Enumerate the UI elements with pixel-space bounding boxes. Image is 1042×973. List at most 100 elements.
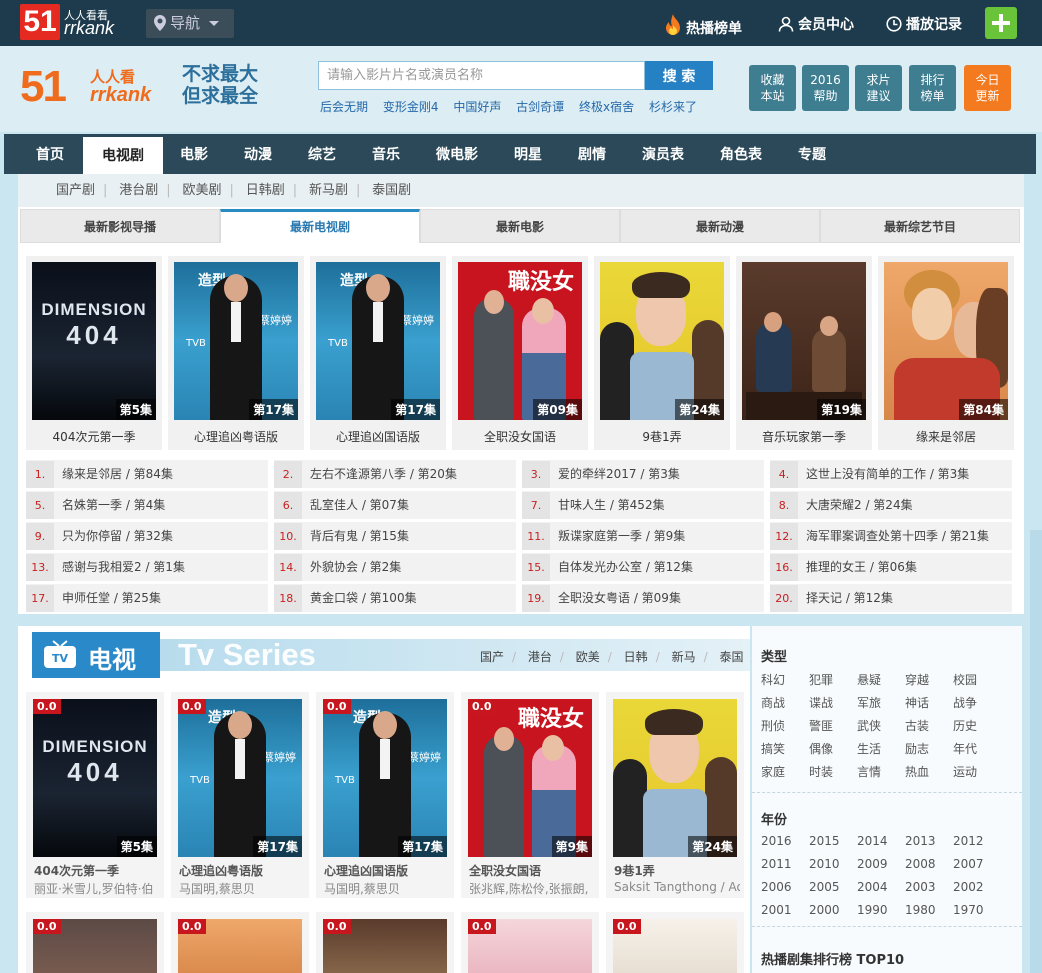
genre-tag[interactable]: 运动 <box>953 763 977 780</box>
hot-search-link[interactable]: 后会无期 <box>320 100 368 114</box>
year-tag[interactable]: 2011 <box>761 857 792 871</box>
year-tag[interactable]: 2006 <box>761 880 792 894</box>
genre-tag[interactable]: 军旅 <box>857 694 881 711</box>
year-tag[interactable]: 1990 <box>857 903 888 917</box>
ranking-item[interactable]: 16. 推理的女王 / 第06集 <box>770 553 1012 581</box>
tv-card[interactable]: 造型 蔡婷婷 TVB 0.0 第17集 心理追凶国语版 马国明,蔡思贝 <box>316 692 454 898</box>
ranking-item[interactable]: 20. 择天记 / 第12集 <box>770 584 1012 612</box>
nav-item-variety[interactable]: 综艺 <box>308 134 336 174</box>
year-tag[interactable]: 2015 <box>809 834 840 848</box>
ranking-item[interactable]: 6. 乱室佳人 / 第07集 <box>274 491 516 519</box>
hot-search-link[interactable]: 变形金刚4 <box>383 100 439 114</box>
year-tag[interactable]: 2005 <box>809 880 840 894</box>
ranking-item[interactable]: 11. 叛谍家庭第一季 / 第9集 <box>522 522 764 550</box>
member-center-link[interactable]: 会员中心 <box>778 14 854 34</box>
region-link[interactable]: 新马 <box>672 650 696 664</box>
ranking-item[interactable]: 17. 申师任堂 / 第25集 <box>26 584 268 612</box>
card-title[interactable]: 9巷1弄 <box>594 428 730 445</box>
ranking-item[interactable]: 9. 只为你停留 / 第32集 <box>26 522 268 550</box>
nav-item-movie[interactable]: 电影 <box>180 134 208 174</box>
subnav-item[interactable]: 泰国剧 <box>372 183 411 198</box>
card-title[interactable]: 心理追凶国语版 <box>324 862 408 879</box>
year-tag[interactable]: 2013 <box>905 834 936 848</box>
tab-latest-variety[interactable]: 最新综艺节目 <box>820 209 1020 243</box>
featured-card[interactable]: 造型 蔡婷婷 TVB 第17集 心理追凶粤语版 <box>168 256 304 450</box>
genre-tag[interactable]: 偶像 <box>809 740 833 757</box>
year-tag[interactable]: 2009 <box>857 857 888 871</box>
tv-card[interactable]: DIMENSION 404 0.0 第5集 404次元第一季 丽亚·米雪儿,罗伯特… <box>26 692 164 898</box>
subnav-item[interactable]: 欧美剧 <box>182 183 221 198</box>
tv-card[interactable]: 第24集 9巷1弄 Saksit Tangthong / Aom <box>606 692 744 898</box>
nav-item-home[interactable]: 首页 <box>36 134 64 174</box>
ranking-item[interactable]: 14. 外貌协会 / 第2集 <box>274 553 516 581</box>
add-button[interactable] <box>985 7 1017 39</box>
genre-tag[interactable]: 谍战 <box>809 694 833 711</box>
nav-item-micro-film[interactable]: 微电影 <box>436 134 478 174</box>
region-link[interactable]: 泰国 <box>719 650 743 664</box>
featured-card[interactable]: 第84集 缘来是邻居 <box>878 256 1014 450</box>
year-tag[interactable]: 2010 <box>809 857 840 871</box>
tv-card[interactable]: 0.0 <box>316 912 454 973</box>
genre-tag[interactable]: 家庭 <box>761 763 785 780</box>
year-tag[interactable]: 2001 <box>761 903 792 917</box>
genre-tag[interactable]: 悬疑 <box>857 671 881 688</box>
card-title[interactable]: 全职没女国语 <box>469 862 541 879</box>
genre-tag[interactable]: 生活 <box>857 740 881 757</box>
genre-tag[interactable]: 商战 <box>761 694 785 711</box>
ranking-item[interactable]: 10. 背后有鬼 / 第15集 <box>274 522 516 550</box>
featured-card[interactable]: 第19集 音乐玩家第一季 <box>736 256 872 450</box>
region-link[interactable]: 港台 <box>528 650 552 664</box>
hot-list-link[interactable]: 热播榜单 <box>664 14 742 38</box>
page-scrollbar[interactable] <box>1030 530 1042 973</box>
genre-tag[interactable]: 励志 <box>905 740 929 757</box>
tv-card[interactable]: 造型 蔡婷婷 TVB 0.0 第17集 心理追凶粤语版 马国明,蔡思贝 <box>171 692 309 898</box>
genre-tag[interactable]: 热血 <box>905 763 929 780</box>
nav-item-cast[interactable]: 演员表 <box>642 134 684 174</box>
ranking-item[interactable]: 8. 大唐荣耀2 / 第24集 <box>770 491 1012 519</box>
card-title[interactable]: 心理追凶粤语版 <box>168 428 304 445</box>
tab-latest-movie[interactable]: 最新电影 <box>420 209 620 243</box>
featured-card[interactable]: 第24集 9巷1弄 <box>594 256 730 450</box>
tv-card[interactable]: 0.0 <box>171 912 309 973</box>
request-button[interactable]: 求片 建议 <box>855 65 902 111</box>
card-title[interactable]: 音乐玩家第一季 <box>736 428 872 445</box>
ranking-item[interactable]: 18. 黄金口袋 / 第100集 <box>274 584 516 612</box>
year-tag[interactable]: 2000 <box>809 903 840 917</box>
nav-item-tv[interactable]: 电视剧 <box>83 137 163 174</box>
year-tag[interactable]: 1980 <box>905 903 936 917</box>
bookmark-site-button[interactable]: 收藏 本站 <box>749 65 796 111</box>
ranking-item[interactable]: 5. 名姝第一季 / 第4集 <box>26 491 268 519</box>
subnav-item[interactable]: 国产剧 <box>56 183 95 198</box>
genre-tag[interactable]: 年代 <box>953 740 977 757</box>
hot-search-link[interactable]: 中国好声 <box>453 100 501 114</box>
genre-tag[interactable]: 武侠 <box>857 717 881 734</box>
genre-tag[interactable]: 时装 <box>809 763 833 780</box>
ranking-item[interactable]: 19. 全职没女粤语 / 第09集 <box>522 584 764 612</box>
nav-item-roles[interactable]: 角色表 <box>720 134 762 174</box>
genre-tag[interactable]: 犯罪 <box>809 671 833 688</box>
ranking-button[interactable]: 排行 榜单 <box>909 65 956 111</box>
ranking-item[interactable]: 4. 这世上没有简单的工作 / 第3集 <box>770 460 1012 488</box>
tab-latest-anime[interactable]: 最新动漫 <box>620 209 820 243</box>
genre-tag[interactable]: 神话 <box>905 694 929 711</box>
hot-search-link[interactable]: 终极x宿舍 <box>579 100 634 114</box>
subnav-item[interactable]: 日韩剧 <box>246 183 285 198</box>
card-title[interactable]: 心理追凶国语版 <box>310 428 446 445</box>
nav-dropdown[interactable]: 导航 <box>146 9 234 38</box>
help-button[interactable]: 2016 帮助 <box>802 65 849 111</box>
tab-latest-guide[interactable]: 最新影视导播 <box>20 209 220 243</box>
ranking-item[interactable]: 12. 海军罪案调查处第十四季 / 第21集 <box>770 522 1012 550</box>
card-title[interactable]: 9巷1弄 <box>614 862 655 879</box>
nav-item-anime[interactable]: 动漫 <box>244 134 272 174</box>
nav-item-topics[interactable]: 专题 <box>798 134 826 174</box>
nav-item-plot[interactable]: 剧情 <box>578 134 606 174</box>
genre-tag[interactable]: 刑侦 <box>761 717 785 734</box>
tab-latest-tv[interactable]: 最新电视剧 <box>220 209 420 243</box>
genre-tag[interactable]: 历史 <box>953 717 977 734</box>
card-title[interactable]: 404次元第一季 <box>26 428 162 445</box>
genre-tag[interactable]: 古装 <box>905 717 929 734</box>
hot-search-link[interactable]: 杉杉来了 <box>649 100 697 114</box>
site-logo[interactable]: 51 人人看 rrkank 不求最大 但求最全 <box>20 62 275 114</box>
genre-tag[interactable]: 科幻 <box>761 671 785 688</box>
card-title[interactable]: 全职没女国语 <box>452 428 588 445</box>
